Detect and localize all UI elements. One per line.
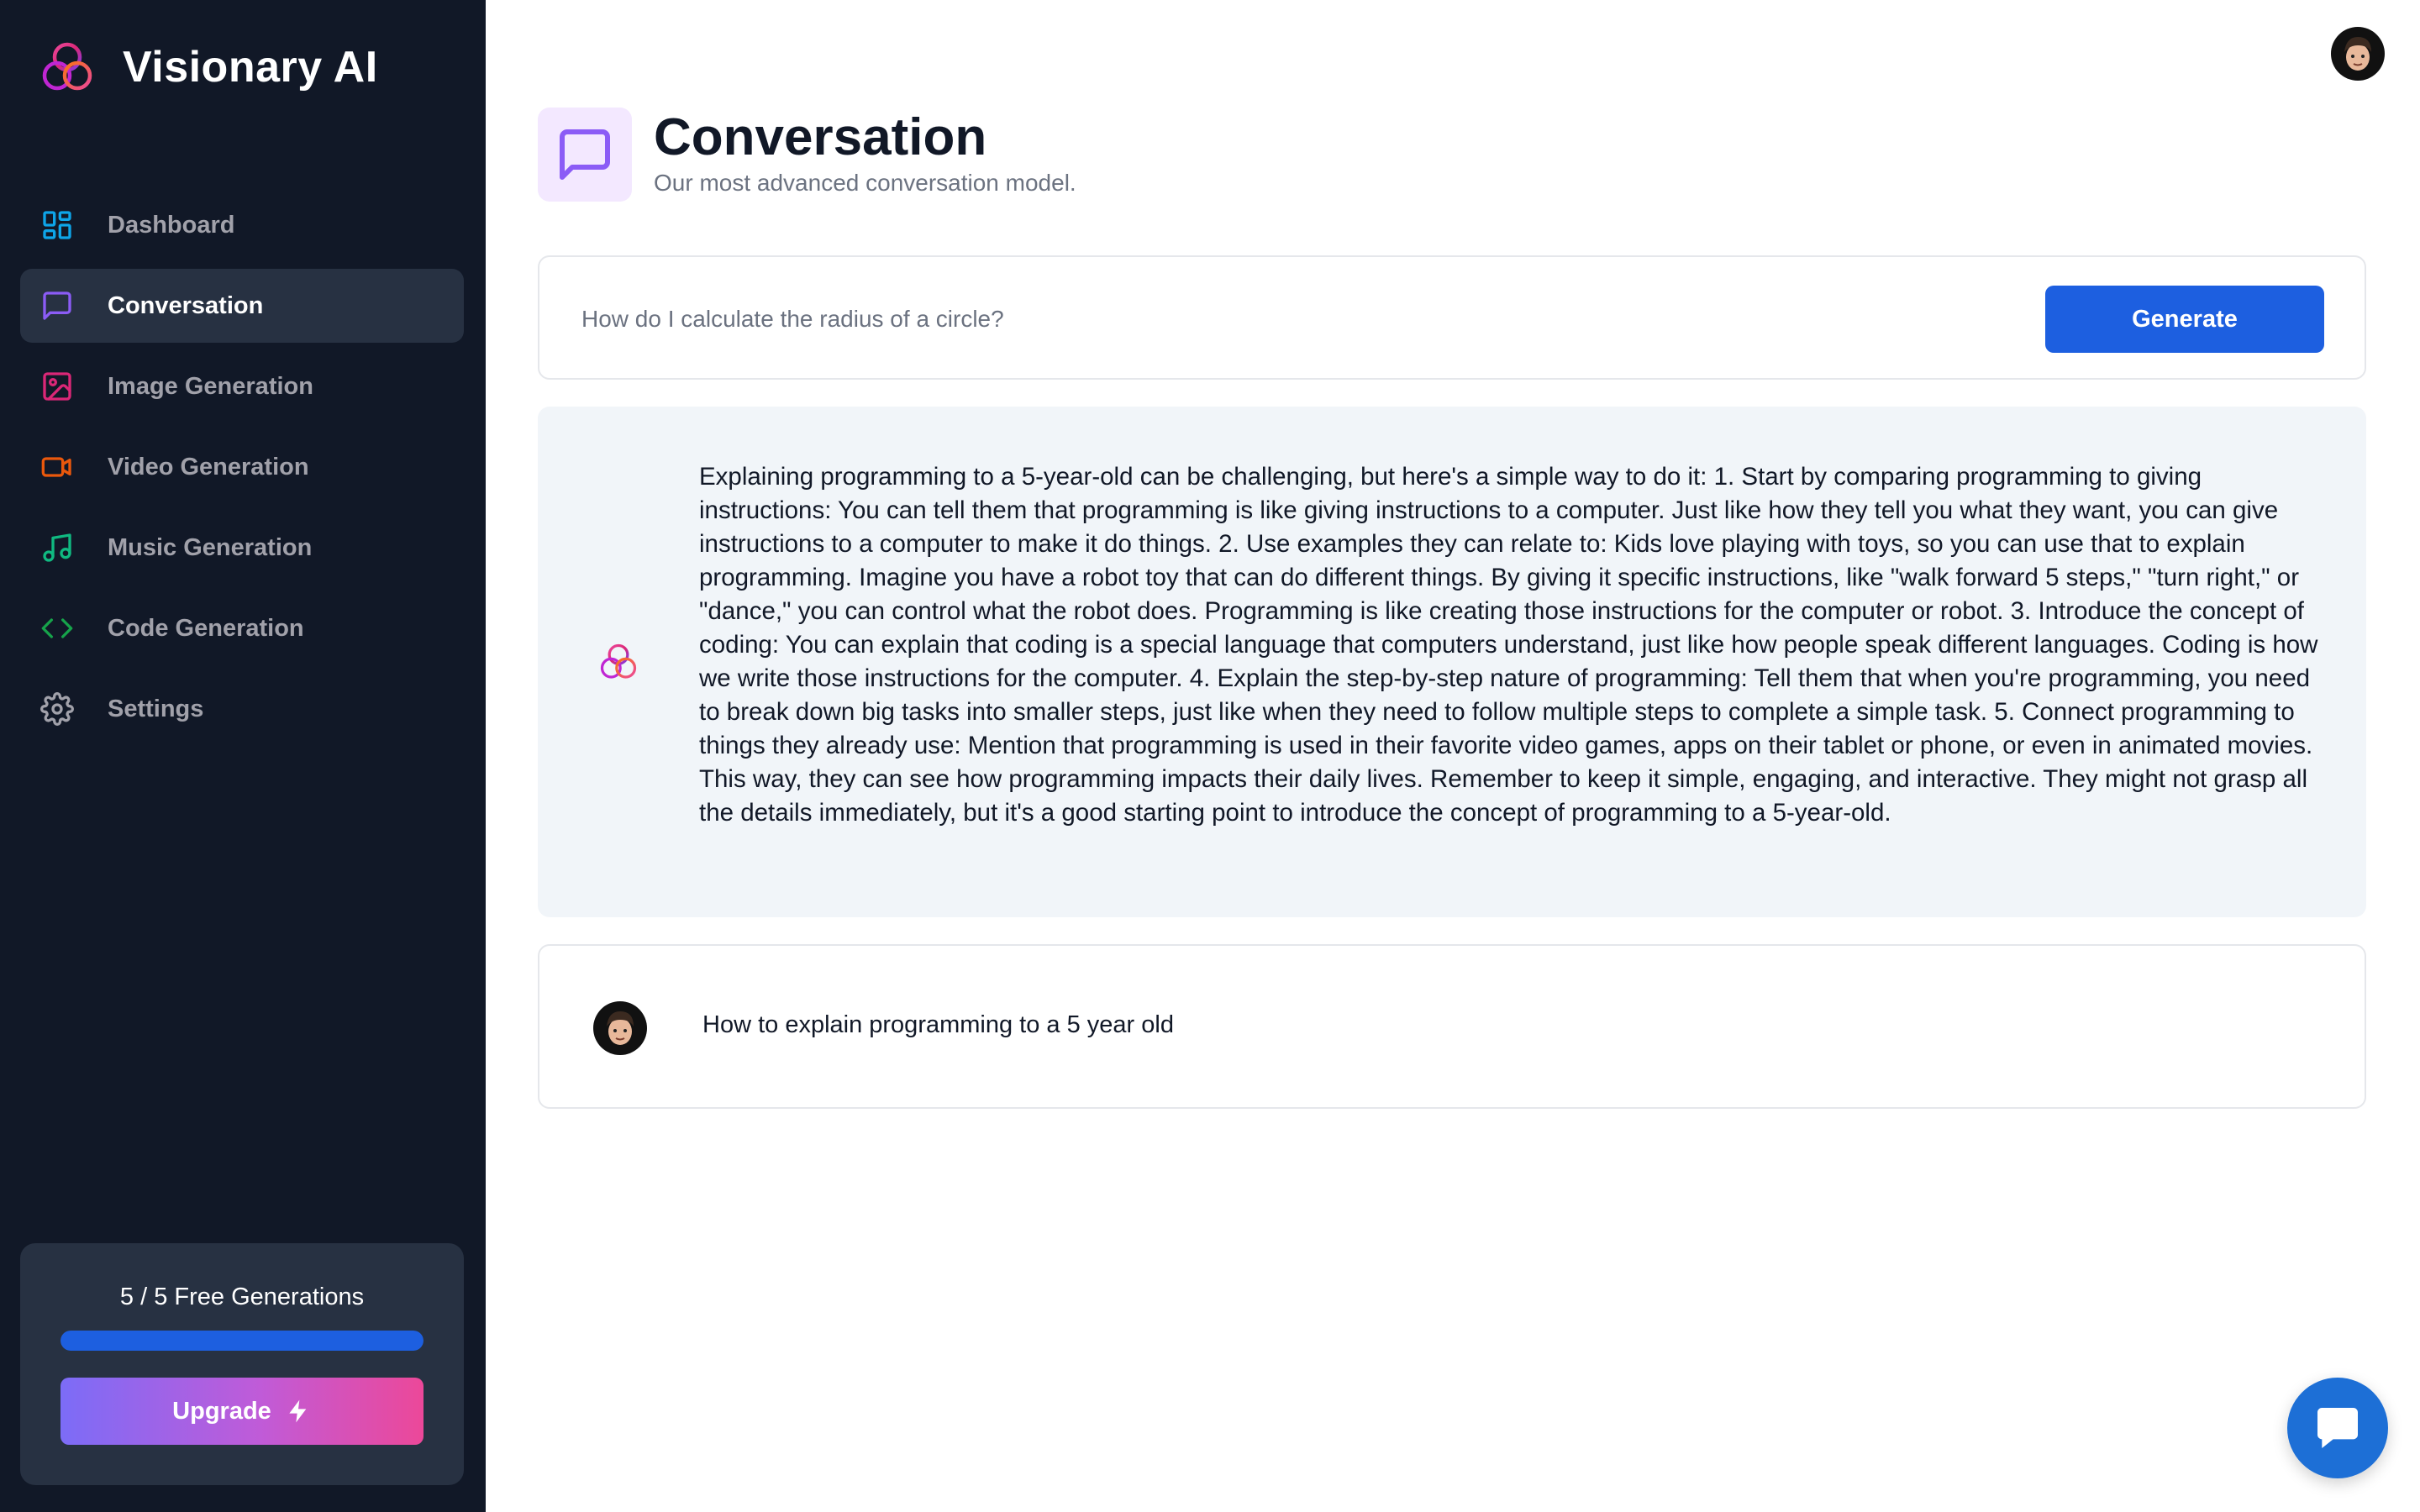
free-generations-counter: 5 / 5 Free Generations: [119, 1284, 365, 1310]
sidebar-item-label: Video Generation: [108, 453, 309, 480]
sidebar: Visionary AI Dashboard Conversation Imag…: [0, 0, 486, 1512]
main-content: Conversation Our most advanced conversat…: [486, 0, 2420, 1512]
sidebar-item-settings[interactable]: Settings: [20, 672, 464, 746]
code-brackets-icon: [41, 618, 73, 638]
user-message: How to explain programming to a 5 year o…: [538, 944, 2366, 1109]
user-avatar: [593, 1001, 647, 1055]
lightning-icon: [289, 1399, 307, 1423]
bot-logo-icon: [600, 643, 637, 679]
video-camera-icon: [41, 457, 71, 477]
sidebar-item-image-generation[interactable]: Image Generation: [20, 349, 464, 423]
usage-card: 5 / 5 Free Generations Upgrade: [20, 1243, 464, 1485]
sidebar-item-label: Music Generation: [108, 533, 313, 561]
chat-bubble-icon: [43, 291, 71, 320]
chat-bubble-icon: [560, 129, 610, 180]
image-icon: [43, 372, 71, 401]
sidebar-item-label: Code Generation: [108, 614, 304, 642]
chat-support-button[interactable]: [2287, 1378, 2388, 1478]
usage-progress-bar: [60, 1331, 424, 1351]
chat-support-icon: [2317, 1408, 2358, 1448]
user-avatar[interactable]: [2331, 27, 2385, 81]
brand-name: Visionary AI: [123, 43, 378, 92]
page-title: Conversation: [654, 108, 987, 166]
user-message-text: How to explain programming to a 5 year o…: [702, 1011, 1174, 1038]
page-header: Conversation Our most advanced conversat…: [538, 108, 1076, 202]
brand[interactable]: Visionary AI: [37, 37, 378, 97]
sidebar-item-music-generation[interactable]: Music Generation: [20, 511, 464, 585]
sidebar-item-label: Settings: [108, 695, 204, 722]
prompt-input[interactable]: [580, 287, 2008, 351]
assistant-message-text: Explaining programming to a 5-year-old c…: [699, 463, 2318, 827]
sidebar-item-code-generation[interactable]: Code Generation: [20, 591, 464, 665]
brand-logo-icon: [42, 42, 92, 91]
assistant-message: Explaining programming to a 5-year-old c…: [538, 407, 2366, 917]
sidebar-item-dashboard[interactable]: Dashboard: [20, 188, 464, 262]
music-note-icon: [43, 533, 71, 562]
sidebar-item-label: Conversation: [108, 291, 264, 319]
usage-progress-fill: [60, 1331, 424, 1351]
page-header-text: Conversation Our most advanced conversat…: [654, 108, 1076, 197]
upgrade-button-label: Upgrade: [172, 1397, 271, 1425]
upgrade-button[interactable]: Upgrade: [60, 1378, 424, 1445]
sidebar-nav: Dashboard Conversation Image Generation …: [20, 188, 464, 753]
prompt-form: Generate: [538, 255, 2366, 380]
gear-icon: [40, 692, 74, 726]
generate-button[interactable]: Generate: [2045, 286, 2324, 353]
page-subtitle: Our most advanced conversation model.: [654, 170, 1076, 196]
sidebar-item-label: Dashboard: [108, 211, 235, 239]
sidebar-item-video-generation[interactable]: Video Generation: [20, 430, 464, 504]
page-icon-box: [538, 108, 632, 202]
sidebar-item-label: Image Generation: [108, 372, 313, 400]
dashboard-grid-icon: [43, 211, 71, 239]
sidebar-item-conversation[interactable]: Conversation: [20, 269, 464, 343]
